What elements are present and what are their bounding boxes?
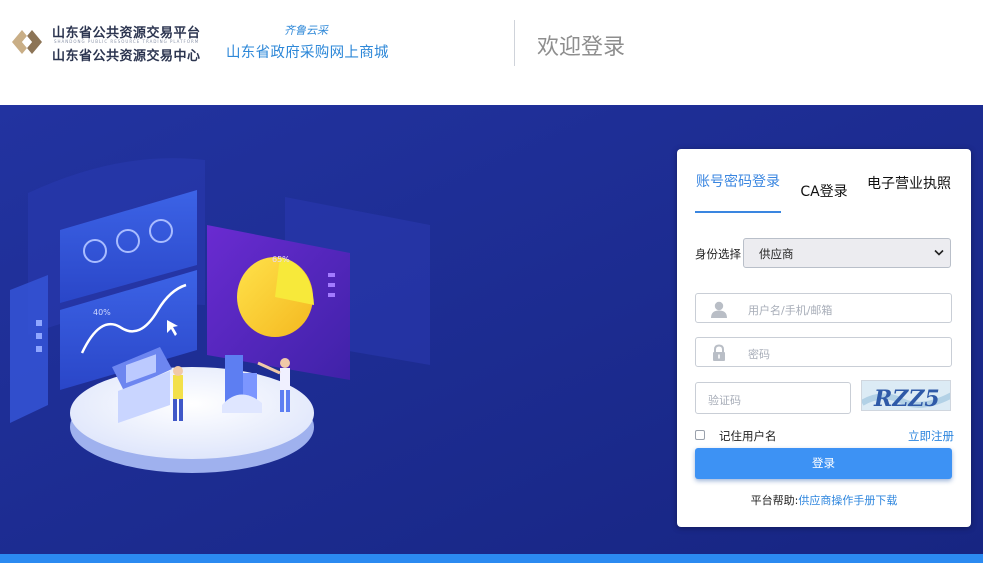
logo-emblem-icon [12, 30, 42, 54]
user-icon [711, 301, 727, 318]
remember-checkbox[interactable] [695, 430, 705, 440]
line-percent-label: 40% [93, 308, 111, 317]
identity-select[interactable]: 供应商 [743, 238, 951, 268]
active-tab-indicator [695, 211, 781, 213]
identity-selected-value: 供应商 [759, 247, 794, 261]
remember-label: 记住用户名 [719, 429, 777, 443]
help-label: 平台帮助: [750, 494, 799, 507]
chevron-down-icon [934, 249, 944, 256]
tab-business-license-login[interactable]: 电子营业执照 [867, 175, 951, 194]
register-link[interactable]: 立即注册 [908, 428, 954, 444]
footer-bar [0, 554, 983, 563]
identity-label: 身份选择 [695, 247, 741, 261]
password-input[interactable]: 密码 [695, 337, 952, 367]
captcha-text: RZZ5 [873, 386, 940, 411]
tab-ca-login[interactable]: CA登录 [797, 183, 851, 202]
username-placeholder: 用户名/手机/邮箱 [748, 304, 833, 317]
login-card: 账号密码登录 CA登录 电子营业执照 身份选择 供应商 用户名/手机/邮箱 密码… [677, 149, 971, 527]
mall-name: 山东省政府采购网上商城 [226, 45, 389, 61]
header-divider [514, 20, 515, 66]
password-placeholder: 密码 [748, 348, 770, 361]
page-title: 欢迎登录 [537, 35, 626, 60]
mall-logo[interactable]: 齐鲁云采 山东省政府采购网上商城 [226, 22, 401, 66]
captcha-placeholder: 验证码 [708, 394, 741, 407]
logo-line2: 山东省公共资源交易中心 [52, 49, 201, 64]
pie-percent-label: 65% [272, 255, 290, 264]
trading-platform-logo[interactable]: 山东省公共资源交易平台 SHANDONG PUBLIC RESOURCE TRA… [10, 22, 210, 66]
captcha-input[interactable]: 验证码 [695, 382, 851, 414]
captcha-image[interactable]: RZZ5 [861, 380, 951, 411]
platform-help: 平台帮助:供应商操作手册下载 [677, 492, 971, 508]
login-button[interactable]: 登录 [695, 448, 952, 479]
header: 山东省公共资源交易平台 SHANDONG PUBLIC RESOURCE TRA… [0, 0, 983, 105]
mall-slogan: 齐鲁云采 [284, 24, 328, 37]
lock-icon [713, 344, 725, 361]
username-input[interactable]: 用户名/手机/邮箱 [695, 293, 952, 323]
supplier-manual-download-link[interactable]: 供应商操作手册下载 [798, 494, 897, 507]
logo-subtitle: SHANDONG PUBLIC RESOURCE TRADING PLATFOR… [54, 39, 200, 44]
tab-account-login[interactable]: 账号密码登录 [695, 173, 781, 192]
